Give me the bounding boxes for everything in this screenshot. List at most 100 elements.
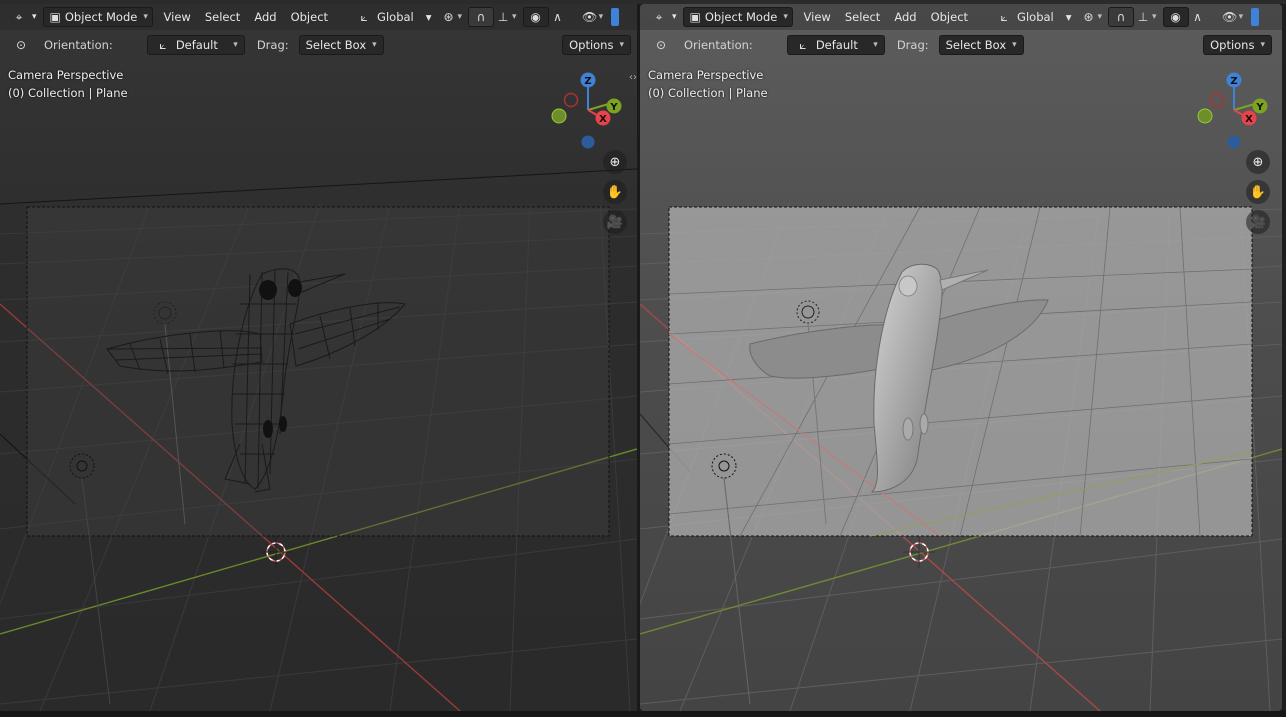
chevron-down-icon: ▾ <box>619 40 624 50</box>
mode-label: Object Mode <box>704 10 778 24</box>
select-tool-icon[interactable]: ⊙ <box>652 36 670 54</box>
transform-orientation-dropdown[interactable]: ⟀ Global ▾ <box>349 7 437 27</box>
collapse-arrows-icon[interactable]: ‹› <box>629 72 637 83</box>
menu-object[interactable]: Object <box>284 10 335 24</box>
gizmo-x-label: X <box>1245 114 1253 125</box>
transform-orientation-label: Global <box>1017 10 1054 24</box>
zoom-icon: ⊕ <box>1252 154 1264 170</box>
snap-target-icon[interactable]: ⊥ <box>494 8 512 26</box>
zoom-icon: ⊕ <box>609 154 621 170</box>
proportional-edit-toggle[interactable]: ◉ <box>522 7 549 27</box>
magnet-icon: ∩ <box>476 10 486 24</box>
chevron-down-icon: ▾ <box>1238 12 1244 22</box>
drag-value: Select Box <box>945 38 1007 52</box>
snap-target-icon[interactable]: ⊥ <box>1134 8 1152 26</box>
eye-icon[interactable]: 👁 <box>581 8 599 26</box>
orientation-value: Default <box>175 38 218 52</box>
menu-object[interactable]: Object <box>924 10 975 24</box>
orientation-axes-icon: ⟀ <box>159 37 167 52</box>
zoom-button[interactable]: ⊕ <box>1246 150 1270 174</box>
transform-pivot-icon: ⟀ <box>360 9 368 24</box>
pan-button[interactable]: ✋ <box>603 180 627 204</box>
gizmo-toggle[interactable] <box>611 8 620 26</box>
menu-select[interactable]: Select <box>198 10 247 24</box>
snap-toggle[interactable]: ∩ <box>1108 7 1135 27</box>
3d-cursor <box>260 536 292 568</box>
proportional-edit-toggle[interactable]: ◉ <box>1162 7 1189 27</box>
select-tool-icon[interactable]: ⊙ <box>12 36 30 54</box>
chevron-down-icon: ▾ <box>672 12 677 22</box>
transform-orientation-label: Global <box>377 10 414 24</box>
tool-header: ⊙ Orientation: ⟀ Default ▾ Drag: Select … <box>0 32 637 58</box>
gizmo-toggle[interactable] <box>1251 8 1260 26</box>
view-name: Camera Perspective <box>648 68 764 82</box>
falloff-icon[interactable]: ∧ <box>549 8 567 26</box>
chevron-down-icon: ▾ <box>1097 12 1103 22</box>
orientation-label: Orientation: <box>684 38 753 52</box>
options-dropdown[interactable]: Options ▾ <box>1203 35 1272 55</box>
menu-view[interactable]: View <box>797 10 838 24</box>
object-mode-icon: ▣ <box>689 10 701 24</box>
drag-label: Drag: <box>896 38 929 52</box>
chevron-down-icon: ▾ <box>457 12 463 22</box>
viewport-icon: ⌖ <box>15 9 23 24</box>
mode-dropdown[interactable]: ▣ Object Mode ▾ <box>42 7 153 27</box>
navigation-gizmo[interactable]: Z Y X <box>1192 68 1272 152</box>
viewport-left[interactable]: ⌖ ▾ ▣ Object Mode ▾ View Select Add Objec… <box>0 4 637 711</box>
snap-toggle[interactable]: ∩ <box>468 7 495 27</box>
transform-orientation-dropdown[interactable]: ⟀ Global ▾ <box>989 7 1077 27</box>
chevron-down-icon: ▾ <box>1012 40 1017 50</box>
mode-label: Object Mode <box>64 10 138 24</box>
eye-icon[interactable]: 👁 <box>1221 8 1239 26</box>
viewport-header: ⌖ ▾ ▣ Object Mode ▾ View Select Add Objec… <box>0 4 637 30</box>
viewport-header: ⌖ ▾ ▣ Object Mode ▾ View Select Add Objec… <box>640 4 1282 30</box>
menu-add[interactable]: Add <box>247 10 283 24</box>
chevron-down-icon: ▾ <box>873 40 878 50</box>
collection-info: (0) Collection | Plane <box>648 86 768 100</box>
navigation-gizmo[interactable]: Z Y X <box>546 68 626 152</box>
mode-dropdown[interactable]: ▣ Object Mode ▾ <box>682 7 793 27</box>
chevron-down-icon: ▾ <box>233 40 238 50</box>
proportional-icon: ◉ <box>530 10 541 24</box>
viewport-right[interactable]: ⌖ ▾ ▣ Object Mode ▾ View Select Add Objec… <box>640 4 1282 711</box>
camera-view-button[interactable]: 🎥 <box>603 210 627 234</box>
transform-pivot-icon: ⟀ <box>1000 9 1008 24</box>
pan-button[interactable]: ✋ <box>1246 180 1270 204</box>
menu-select[interactable]: Select <box>838 10 887 24</box>
zoom-button[interactable]: ⊕ <box>603 150 627 174</box>
pivot-icon[interactable]: ⊛ <box>1080 8 1098 26</box>
object-mode-icon: ▣ <box>49 10 61 24</box>
editor-type-button[interactable]: ⌖ ▾ <box>646 7 681 27</box>
chevron-down-icon: ▾ <box>598 12 604 22</box>
chevron-down-icon: ▾ <box>425 10 432 24</box>
drag-dropdown[interactable]: Select Box ▾ <box>938 35 1024 55</box>
viewport-icon: ⌖ <box>655 9 663 24</box>
camera-view-button[interactable]: 🎥 <box>1246 210 1270 234</box>
menu-view[interactable]: View <box>157 10 198 24</box>
editor-type-button[interactable]: ⌖ ▾ <box>6 7 41 27</box>
options-label: Options <box>569 38 614 52</box>
view-name: Camera Perspective <box>8 68 124 82</box>
drag-dropdown[interactable]: Select Box ▾ <box>298 35 384 55</box>
camera-frame <box>26 206 610 537</box>
drag-value: Select Box <box>305 38 367 52</box>
magnet-icon: ∩ <box>1116 10 1126 24</box>
chevron-down-icon: ▾ <box>32 12 37 22</box>
orientation-dropdown[interactable]: ⟀ Default ▾ <box>146 35 245 55</box>
bottom-border <box>0 711 1286 717</box>
chevron-down-icon: ▾ <box>372 40 377 50</box>
gizmo-y-label: Y <box>609 102 618 113</box>
orientation-dropdown[interactable]: ⟀ Default ▾ <box>786 35 885 55</box>
chevron-down-icon: ▾ <box>783 12 788 22</box>
chevron-down-icon: ▾ <box>1065 10 1072 24</box>
viewport-info: Camera Perspective (0) Collection | Plan… <box>648 66 768 102</box>
orientation-axes-icon: ⟀ <box>799 37 807 52</box>
pivot-icon[interactable]: ⊛ <box>440 8 458 26</box>
tool-header: ⊙ Orientation: ⟀ Default ▾ Drag: Select … <box>640 32 1282 58</box>
menu-add[interactable]: Add <box>887 10 923 24</box>
falloff-icon[interactable]: ∧ <box>1189 8 1207 26</box>
collection-info: (0) Collection | Plane <box>8 86 128 100</box>
scene-solid <box>640 203 1282 711</box>
options-dropdown[interactable]: Options ▾ <box>562 35 631 55</box>
gizmo-z-label: Z <box>1230 76 1237 87</box>
